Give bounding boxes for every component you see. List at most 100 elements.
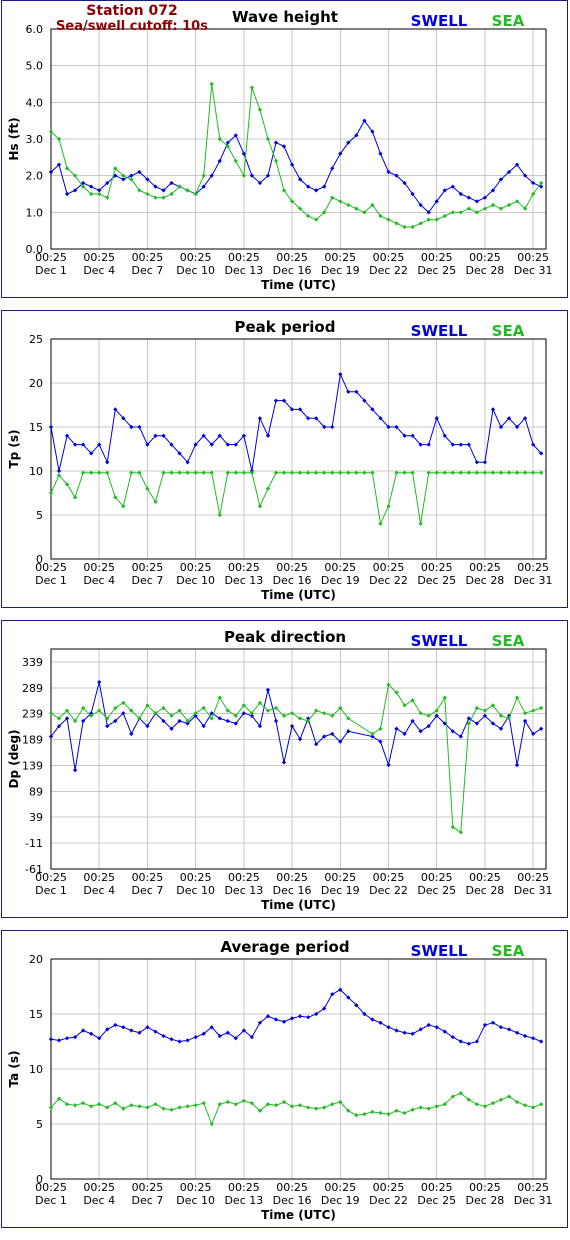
- wave-height-panel: 0.0 1.0 2.0 3.0 4.0 5.0 6.0 00:25 Dec 1 00:25 Dec …: [1, 0, 568, 298]
- wave-height-chart: 0.01.02.03.04.05.06.000:25Dec 100:25Dec …: [7, 8, 553, 292]
- x-tick-date-label: Dec 22: [369, 884, 408, 897]
- x-tick-date-label: Dec 16: [273, 1194, 312, 1207]
- y-axis-title: Tp (s): [7, 429, 21, 468]
- x-tick-time-label: 00:25: [421, 251, 453, 264]
- x-tick-time-label: 00:25: [373, 871, 405, 884]
- legend-sea: SEA: [492, 942, 525, 960]
- x-tick-date-label: Dec 13: [224, 884, 263, 897]
- x-tick-date-label: Dec 4: [83, 574, 115, 587]
- chart-title: Peak direction: [224, 628, 346, 646]
- x-tick-time-label: 00:25: [132, 871, 164, 884]
- x-tick-time-label: 00:25: [228, 871, 260, 884]
- x-tick-time-label: 00:25: [324, 871, 356, 884]
- x-tick-time-label: 00:25: [324, 1181, 356, 1194]
- y-tick-label: 10: [29, 1063, 43, 1076]
- x-tick-date-label: Dec 25: [417, 264, 456, 277]
- x-tick-time-label: 00:25: [35, 251, 67, 264]
- chart-title: Wave height: [232, 8, 338, 26]
- x-tick-time-label: 00:25: [517, 871, 549, 884]
- x-tick-date-label: Dec 22: [369, 1194, 408, 1207]
- x-tick-date-label: Dec 10: [176, 264, 215, 277]
- x-tick-time-label: 00:25: [35, 871, 67, 884]
- y-tick-label: 339: [22, 656, 43, 669]
- x-tick-date-label: Dec 28: [466, 884, 505, 897]
- plot-area: [51, 649, 546, 869]
- x-tick-time-label: 00:25: [35, 561, 67, 574]
- x-tick-time-label: 00:25: [324, 561, 356, 574]
- x-tick-time-label: 00:25: [469, 561, 501, 574]
- x-tick-date-label: Dec 4: [83, 1194, 115, 1207]
- x-tick-time-label: 00:25: [469, 251, 501, 264]
- x-tick-time-label: 00:25: [469, 871, 501, 884]
- x-tick-time-label: 00:25: [421, 871, 453, 884]
- y-tick-label: 5: [36, 509, 43, 522]
- x-tick-date-label: Dec 19: [321, 884, 360, 897]
- x-tick-date-label: Dec 19: [321, 574, 360, 587]
- y-tick-label: 20: [29, 377, 43, 390]
- x-tick-date-label: Dec 7: [132, 264, 164, 277]
- x-tick-date-label: Dec 16: [273, 574, 312, 587]
- peak-period-chart: 051015202500:25Dec 100:25Dec 400:25Dec 7…: [7, 318, 553, 602]
- y-tick-label: 6.0: [26, 23, 44, 36]
- x-axis-title: Time (UTC): [261, 1208, 336, 1222]
- x-tick-date-label: Dec 19: [321, 264, 360, 277]
- legend-sea: SEA: [492, 632, 525, 650]
- x-tick-time-label: 00:25: [373, 561, 405, 574]
- x-axis-title: Time (UTC): [261, 278, 336, 292]
- x-tick-date-label: Dec 13: [224, 1194, 263, 1207]
- chart-title: Peak period: [235, 318, 336, 336]
- plot-area: [51, 339, 546, 559]
- x-tick-time-label: 00:25: [228, 1181, 260, 1194]
- x-tick-time-label: 00:25: [83, 1181, 115, 1194]
- y-tick-label: 1.0: [26, 206, 44, 219]
- x-tick-date-label: Dec 31: [514, 264, 553, 277]
- x-tick-time-label: 00:25: [83, 561, 115, 574]
- x-tick-date-label: Dec 31: [514, 1194, 553, 1207]
- average-period-panel: 0 5 10 15 20 00:25 Dec 1 00:25 Dec 4 00:25 Dec 7 00…: [1, 930, 568, 1228]
- x-tick-time-label: 00:25: [373, 1181, 405, 1194]
- y-axis-title: Dp (deg): [7, 729, 21, 788]
- x-tick-date-label: Dec 25: [417, 574, 456, 587]
- x-tick-date-label: Dec 22: [369, 574, 408, 587]
- x-tick-date-label: Dec 28: [466, 1194, 505, 1207]
- x-tick-date-label: Dec 7: [132, 574, 164, 587]
- x-tick-date-label: Dec 28: [466, 264, 505, 277]
- peak-period-panel: 0 5 10 15 20 25 00:25 Dec 1 00:25 Dec 4 00:25 Dec 7…: [1, 310, 568, 608]
- y-tick-label: 5.0: [26, 60, 44, 73]
- x-axis-title: Time (UTC): [261, 898, 336, 912]
- x-tick-time-label: 00:25: [35, 1181, 67, 1194]
- legend-swell: SWELL: [411, 632, 468, 650]
- x-tick-date-label: Dec 31: [514, 884, 553, 897]
- y-tick-label: 289: [22, 682, 43, 695]
- x-tick-time-label: 00:25: [132, 561, 164, 574]
- legend-sea: SEA: [492, 322, 525, 340]
- y-tick-label: 20: [29, 953, 43, 966]
- x-tick-date-label: Dec 10: [176, 1194, 215, 1207]
- x-tick-time-label: 00:25: [517, 561, 549, 574]
- y-tick-label: 4.0: [26, 96, 44, 109]
- x-tick-time-label: 00:25: [83, 871, 115, 884]
- y-tick-label: 10: [29, 465, 43, 478]
- y-tick-label: 5: [36, 1118, 43, 1131]
- x-tick-time-label: 00:25: [180, 561, 212, 574]
- x-tick-date-label: Dec 7: [132, 1194, 164, 1207]
- x-tick-time-label: 00:25: [517, 251, 549, 264]
- y-tick-label: 139: [22, 759, 43, 772]
- x-tick-time-label: 00:25: [421, 1181, 453, 1194]
- x-tick-date-label: Dec 1: [35, 1194, 67, 1207]
- y-tick-label: 15: [29, 1008, 43, 1021]
- y-axis-title: Hs (ft): [7, 117, 21, 160]
- x-tick-time-label: 00:25: [276, 561, 308, 574]
- x-tick-date-label: Dec 1: [35, 884, 67, 897]
- y-tick-label: 25: [29, 333, 43, 346]
- x-tick-date-label: Dec 22: [369, 264, 408, 277]
- x-tick-time-label: 00:25: [228, 251, 260, 264]
- x-tick-date-label: Dec 31: [514, 574, 553, 587]
- x-tick-time-label: 00:25: [132, 251, 164, 264]
- average-period-chart: 0510152000:25Dec 100:25Dec 400:25Dec 700…: [7, 938, 553, 1222]
- y-tick-label: 2.0: [26, 170, 44, 183]
- x-tick-time-label: 00:25: [228, 561, 260, 574]
- y-tick-label: 39: [29, 811, 43, 824]
- x-tick-date-label: Dec 25: [417, 1194, 456, 1207]
- legend-swell: SWELL: [411, 12, 468, 30]
